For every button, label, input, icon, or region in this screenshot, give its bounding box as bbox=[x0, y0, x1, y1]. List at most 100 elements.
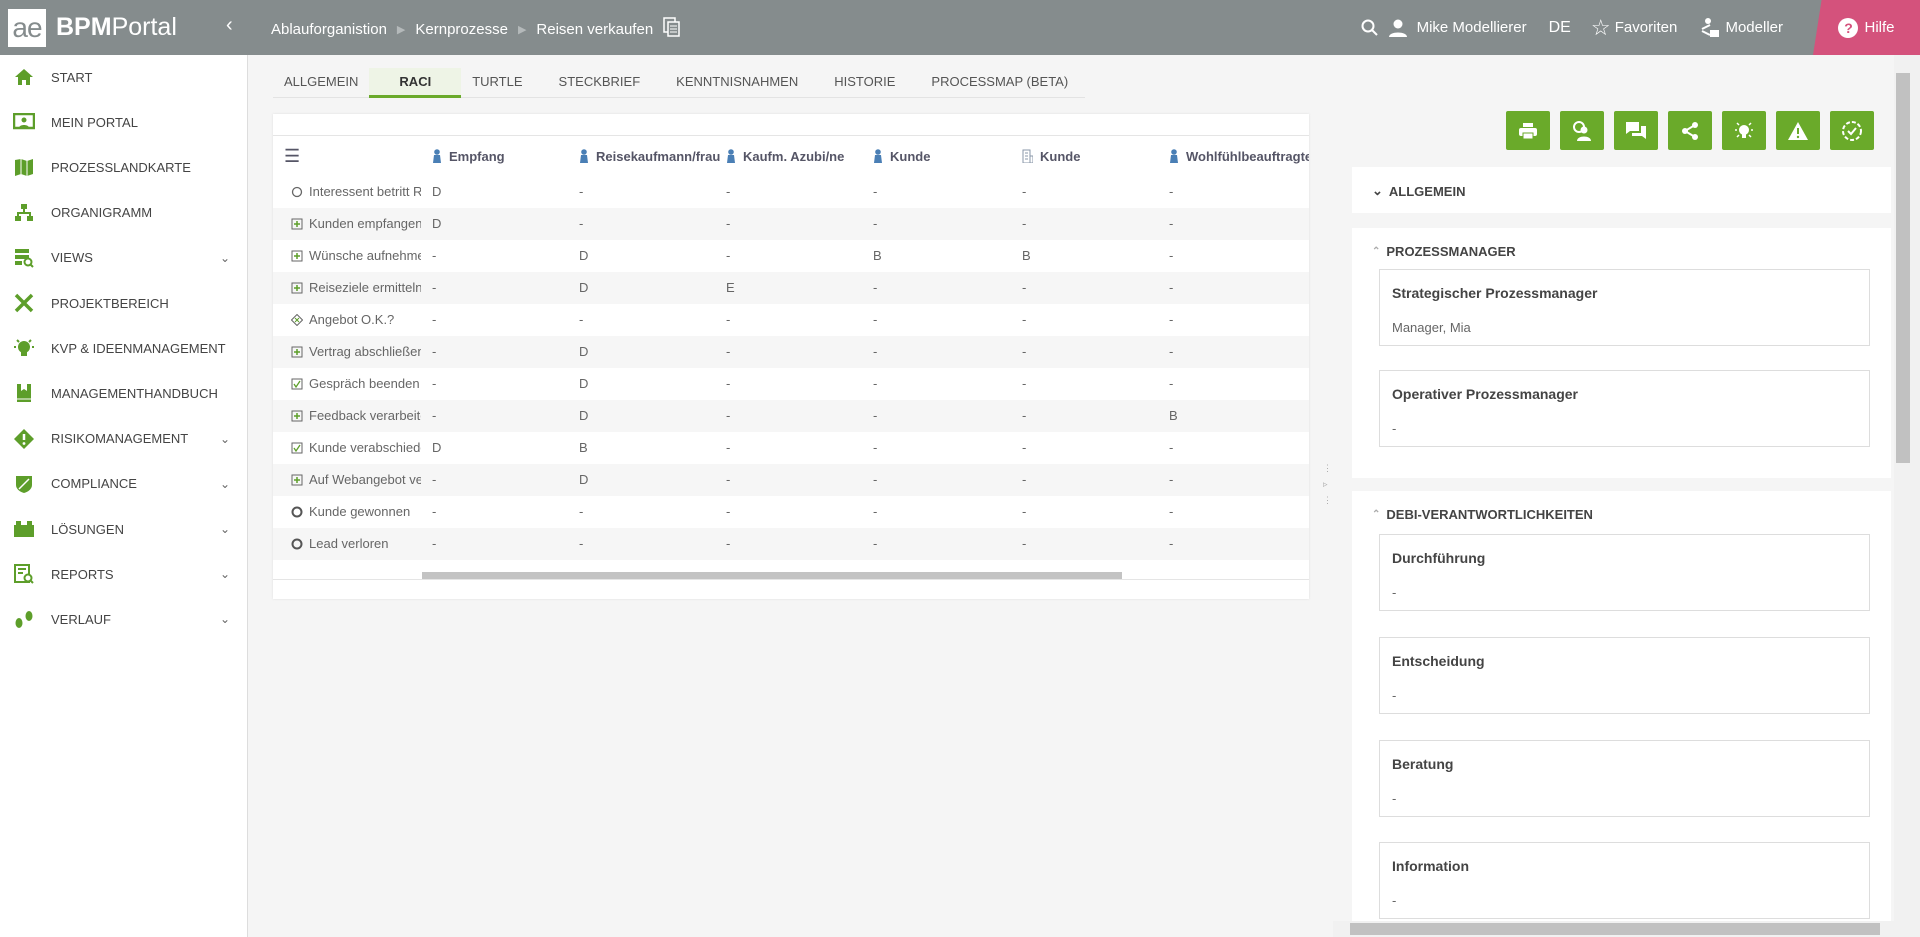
raci-cell[interactable]: - bbox=[873, 528, 877, 560]
chevron-down-icon[interactable]: ⌄ bbox=[220, 567, 230, 581]
sidebar-item-organigramm[interactable]: ORGANIGRAMM bbox=[0, 193, 248, 233]
raci-cell[interactable]: - bbox=[1169, 496, 1173, 528]
sidebar-item-compliance[interactable]: COMPLIANCE ⌄ bbox=[0, 464, 248, 504]
table-row[interactable]: Angebot O.K.? - - - - - - bbox=[273, 304, 1309, 336]
breadcrumb-item[interactable]: Ablauforganistion bbox=[271, 21, 387, 38]
raci-cell[interactable]: - bbox=[726, 496, 730, 528]
raci-cell[interactable]: - bbox=[432, 464, 436, 496]
raci-cell[interactable]: - bbox=[579, 176, 583, 208]
sidebar-item-projektbereich[interactable]: PROJEKTBEREICH bbox=[0, 283, 248, 323]
horizontal-scrollbar[interactable] bbox=[422, 572, 1122, 579]
help-button[interactable]: ? Hilfe bbox=[1813, 0, 1920, 55]
table-row[interactable]: Wünsche aufnehmen - D - B B - bbox=[273, 240, 1309, 272]
column-header[interactable]: Wohlfühlbeauftragte bbox=[1169, 136, 1309, 176]
raci-cell[interactable]: - bbox=[1022, 368, 1026, 400]
raci-cell[interactable]: - bbox=[1169, 464, 1173, 496]
column-header[interactable]: Kaufm. Azubi/ne bbox=[726, 136, 869, 176]
tab-raci[interactable]: RACI bbox=[369, 68, 462, 98]
column-header[interactable]: Reisekaufmann/frau bbox=[579, 136, 722, 176]
sidebar-item-start[interactable]: START bbox=[0, 57, 248, 97]
table-row[interactable]: Feedback verarbeiten-D---B bbox=[273, 400, 1309, 432]
raci-cell[interactable]: D bbox=[432, 432, 441, 464]
raci-cell[interactable]: B bbox=[873, 240, 882, 272]
sidebar-item-prozesslandkarte[interactable]: PROZESSLANDKARTE bbox=[0, 147, 248, 187]
raci-cell[interactable]: - bbox=[726, 240, 730, 272]
raci-cell[interactable]: - bbox=[579, 208, 583, 240]
raci-cell[interactable]: - bbox=[873, 176, 877, 208]
sidebar-item-reports[interactable]: REPORTS ⌄ bbox=[0, 554, 248, 594]
raci-cell[interactable]: - bbox=[873, 400, 877, 432]
raci-cell[interactable]: - bbox=[1022, 304, 1026, 336]
raci-cell[interactable]: - bbox=[726, 368, 730, 400]
chevron-down-icon[interactable]: ⌄ bbox=[220, 251, 230, 265]
sidebar-item-managementhandbuch[interactable]: MANAGEMENTHANDBUCH bbox=[0, 373, 248, 413]
tab-historie[interactable]: HISTORIE bbox=[823, 68, 906, 98]
raci-cell[interactable]: - bbox=[726, 432, 730, 464]
panel-splitter-handle[interactable]: ⋮ ▹ ⋮ bbox=[1323, 460, 1332, 508]
raci-cell[interactable]: - bbox=[1022, 176, 1026, 208]
raci-cell[interactable]: - bbox=[1169, 336, 1173, 368]
language-switch[interactable]: DE bbox=[1549, 19, 1571, 37]
sidebar-item-mein-portal[interactable]: MEIN PORTAL bbox=[0, 102, 248, 142]
idea-button[interactable] bbox=[1722, 111, 1766, 150]
raci-cell[interactable]: D bbox=[579, 240, 588, 272]
column-header[interactable]: Empfang bbox=[432, 136, 575, 176]
raci-cell[interactable]: - bbox=[873, 496, 877, 528]
raci-cell[interactable]: D bbox=[579, 272, 588, 304]
sidebar-item-lösungen[interactable]: LÖSUNGEN ⌄ bbox=[0, 509, 248, 549]
raci-cell[interactable]: D bbox=[579, 368, 588, 400]
user-menu[interactable]: Mike Modellierer bbox=[1388, 19, 1527, 37]
raci-cell[interactable]: - bbox=[1022, 432, 1026, 464]
raci-cell[interactable]: B bbox=[1022, 240, 1031, 272]
column-header[interactable]: Kunde bbox=[1022, 136, 1165, 176]
chevron-down-icon[interactable]: ⌄ bbox=[220, 477, 230, 491]
raci-cell[interactable]: - bbox=[1022, 496, 1026, 528]
raci-cell[interactable]: - bbox=[432, 240, 436, 272]
tab-steckbrief[interactable]: STECKBRIEF bbox=[548, 68, 652, 98]
table-row[interactable]: Lead verloren - - - - - - bbox=[273, 528, 1309, 560]
chevron-up-icon[interactable]: ⌃ bbox=[1372, 509, 1380, 520]
user-feedback-button[interactable] bbox=[1560, 111, 1604, 150]
raci-cell[interactable]: - bbox=[873, 432, 877, 464]
tab-processmap-beta-[interactable]: PROCESSMAP (BETA) bbox=[920, 68, 1079, 98]
raci-cell[interactable]: D bbox=[579, 400, 588, 432]
raci-cell[interactable]: - bbox=[1169, 240, 1173, 272]
column-header[interactable]: Kunde bbox=[873, 136, 1016, 176]
raci-cell[interactable]: - bbox=[579, 496, 583, 528]
raci-cell[interactable]: - bbox=[1022, 272, 1026, 304]
collapse-sidebar-icon[interactable]: ‹ bbox=[226, 14, 233, 37]
table-row[interactable]: Reiseziele ermitteln - D E - - - bbox=[273, 272, 1309, 304]
raci-cell[interactable]: D bbox=[432, 208, 441, 240]
raci-cell[interactable]: - bbox=[432, 496, 436, 528]
chevron-up-icon[interactable]: ⌃ bbox=[1372, 246, 1380, 257]
tab-allgemein[interactable]: ALLGEMEIN bbox=[273, 68, 369, 98]
breadcrumb-item[interactable]: Reisen verkaufen bbox=[536, 21, 653, 38]
tab-kenntnisnahmen[interactable]: KENNTNISNAHMEN bbox=[665, 68, 809, 98]
raci-cell[interactable]: - bbox=[726, 176, 730, 208]
raci-cell[interactable]: - bbox=[432, 304, 436, 336]
raci-cell[interactable]: - bbox=[726, 304, 730, 336]
raci-cell[interactable]: - bbox=[1022, 336, 1026, 368]
chevron-down-icon[interactable]: ⌄ bbox=[220, 522, 230, 536]
raci-cell[interactable]: - bbox=[432, 528, 436, 560]
tab-turtle[interactable]: TURTLE bbox=[461, 68, 533, 98]
table-row[interactable]: Kunde gewonnen - - - - - - bbox=[273, 496, 1309, 528]
raci-cell[interactable]: - bbox=[1169, 304, 1173, 336]
logo[interactable]: ae BPMPortal bbox=[0, 0, 248, 55]
raci-cell[interactable]: D bbox=[579, 336, 588, 368]
raci-cell[interactable]: - bbox=[1169, 208, 1173, 240]
raci-cell[interactable]: - bbox=[726, 464, 730, 496]
raci-cell[interactable]: - bbox=[1169, 176, 1173, 208]
raci-cell[interactable]: - bbox=[1169, 432, 1173, 464]
raci-cell[interactable]: - bbox=[873, 336, 877, 368]
sidebar-item-risikomanagement[interactable]: RISIKOMANAGEMENT ⌄ bbox=[0, 419, 248, 459]
raci-cell[interactable]: - bbox=[873, 368, 877, 400]
copy-document-icon[interactable] bbox=[663, 17, 681, 41]
raci-cell[interactable]: D bbox=[579, 464, 588, 496]
raci-cell[interactable]: - bbox=[579, 304, 583, 336]
raci-cell[interactable]: - bbox=[1022, 528, 1026, 560]
table-row[interactable]: Vertrag abschließen - D - - - - bbox=[273, 336, 1309, 368]
column-menu-icon[interactable]: ☰ bbox=[284, 136, 300, 176]
raci-cell[interactable]: - bbox=[873, 464, 877, 496]
favorites-button[interactable]: ☆ Favoriten bbox=[1591, 15, 1677, 41]
